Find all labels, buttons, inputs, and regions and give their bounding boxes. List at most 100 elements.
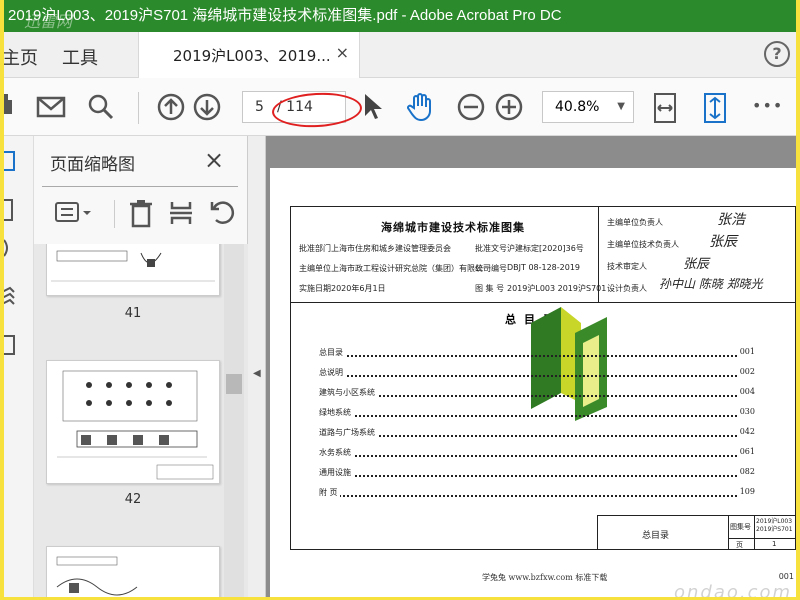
toc-page: 109 (739, 487, 755, 496)
panel-close-button[interactable]: × (204, 146, 224, 174)
header-value: 沪建标定[2020]36号 (507, 244, 584, 253)
thumbnail-list: 41 42 (34, 244, 248, 597)
title-block: 总目录 图集号 2019沪L003 2019沪S701 页 1 (597, 515, 796, 550)
thumbnail-page-42[interactable] (46, 360, 220, 484)
thumbnail-label-42: 42 (124, 492, 142, 507)
previous-page-icon[interactable] (156, 92, 186, 122)
header-label: 批准文号 (475, 244, 507, 253)
panel-divider-vertical (114, 200, 115, 228)
navigation-pane-strip (4, 136, 34, 597)
fit-page-icon[interactable] (652, 92, 678, 124)
attachment-icon[interactable] (4, 236, 20, 264)
header-label: 图 集 号 (475, 284, 505, 293)
header-value: 上海市住房和城乡建设管理委员会 (331, 244, 451, 253)
select-cursor-icon[interactable] (362, 92, 384, 122)
tab-document-label: 2019沪L003、2019... (173, 47, 331, 65)
tab-close-button[interactable]: × (336, 43, 349, 62)
watermark-overlay: 迅雷网 (24, 12, 73, 31)
search-icon[interactable] (86, 92, 116, 122)
header-left: 海绵城市建设技术标准图集 批准部门 上海市住房和城乡建设管理委员会 批准文号 沪… (291, 207, 606, 303)
page-thumbnails-icon[interactable] (4, 150, 20, 178)
chevron-down-icon: ▼ (617, 101, 625, 112)
signatory-label: 技术审定人 (607, 262, 647, 271)
extract-pages-icon[interactable] (168, 198, 194, 228)
zoom-in-icon[interactable] (494, 92, 524, 122)
main-toolbar: 5 / 114 40.8% ▼ ••• (4, 78, 796, 136)
panel-title: 页面缩略图 (50, 155, 135, 175)
mail-icon[interactable] (36, 92, 66, 122)
toc-row: 总目录 001 (319, 347, 755, 359)
thumbnail-drawing (51, 250, 215, 282)
thumbnail-options-icon[interactable] (54, 200, 94, 226)
tab-tools[interactable]: 工具 (62, 44, 98, 70)
thumbnail-scrollbar[interactable] (224, 244, 244, 597)
document-view[interactable]: 海绵城市建设技术标准图集 批准部门 上海市住房和城乡建设管理委员会 批准文号 沪… (266, 136, 796, 597)
toc-name: 总目录 (319, 347, 345, 358)
signature: 孙中山 陈晓 郑晓光 (659, 277, 763, 291)
hand-tool-icon[interactable] (406, 92, 436, 122)
titleblock-atlas-no: 2019沪L003 2019沪S701 (756, 518, 793, 533)
site-watermark: ondao.com (674, 582, 793, 597)
thumbnail-page-43[interactable] (46, 546, 220, 597)
current-page: 5 (255, 99, 264, 115)
titleblock-page: 1 (772, 540, 777, 548)
atlas-title: 海绵城市建设技术标准图集 (381, 221, 525, 234)
panel-divider (42, 186, 238, 187)
signature: 张浩 (717, 212, 745, 228)
toc-row: 附 页 109 (319, 487, 755, 499)
header-label: 统一编号 (475, 264, 507, 273)
delete-icon[interactable] (128, 198, 154, 228)
zoom-out-icon[interactable] (456, 92, 486, 122)
toc-row: 总说明 002 (319, 367, 755, 379)
rotate-icon[interactable] (208, 198, 236, 228)
scrollbar-thumb[interactable] (226, 374, 242, 394)
toc-name: 绿地系统 (319, 407, 353, 418)
header-value: 上海市政工程设计研究总院（集团）有限公司 (331, 264, 491, 273)
full-screen-icon[interactable] (702, 92, 728, 124)
tab-home[interactable]: 主页 (4, 44, 38, 70)
more-tools-button[interactable]: ••• (752, 96, 783, 115)
thumbnail-drawing (57, 370, 214, 480)
toc-name: 道路与广场系统 (319, 427, 377, 438)
layers-icon[interactable] (4, 286, 20, 314)
titleblock-label: 图集号 (730, 523, 751, 531)
bookmarks-icon[interactable] (4, 198, 20, 226)
titleblock-name: 总目录 (642, 531, 670, 541)
toc-row: 道路与广场系统 042 (319, 427, 755, 439)
signatory-label: 设计负责人 (607, 284, 647, 293)
drawing-frame: 海绵城市建设技术标准图集 批准部门 上海市住房和城乡建设管理委员会 批准文号 沪… (290, 206, 796, 550)
header-value: 2020年6月1日 (331, 284, 386, 293)
signatory-label: 主编单位负责人 (607, 218, 663, 227)
window-title: 2019沪L003、2019沪S701 海绵城市建设技术标准图集.pdf - A… (8, 7, 562, 24)
toc-page: 030 (739, 407, 755, 416)
toc-name: 总说明 (319, 367, 345, 378)
page-icon[interactable] (4, 332, 20, 360)
toc-page: 082 (739, 467, 755, 476)
chevron-left-icon: ◀ (253, 368, 261, 379)
signature: 张辰 (709, 234, 737, 250)
thumbnail-page-41[interactable] (46, 244, 220, 296)
tab-document[interactable]: 2019沪L003、2019... × (138, 32, 360, 78)
toolbar-divider (138, 92, 139, 124)
toc-row: 建筑与小区系统 004 (319, 387, 755, 399)
collapse-pane-button[interactable]: ◀ (248, 136, 266, 597)
titleblock-divider (728, 516, 729, 550)
header-value: 2019沪L003 2019沪S701 (507, 284, 607, 293)
help-button[interactable]: ? (764, 41, 790, 67)
zoom-value: 40.8% (555, 99, 600, 115)
thumbnail-panel: 页面缩略图 × 41 42 (34, 136, 248, 597)
toc-page: 061 (739, 447, 755, 456)
toc-row: 通用设施 082 (319, 467, 755, 479)
next-page-icon[interactable] (192, 92, 222, 122)
titleblock-divider (728, 538, 796, 539)
toc-page: 002 (739, 367, 755, 376)
print-icon[interactable] (4, 92, 16, 122)
pdf-page: 海绵城市建设技术标准图集 批准部门 上海市住房和城乡建设管理委员会 批准文号 沪… (270, 168, 796, 597)
header-label: 批准部门 (299, 244, 331, 253)
zoom-select[interactable]: 40.8% ▼ (542, 91, 634, 123)
thumbnail-drawing (56, 556, 138, 596)
header-label: 实施日期 (299, 284, 331, 293)
toc-page: 042 (739, 427, 755, 436)
toc-row: 绿地系统 030 (319, 407, 755, 419)
tab-bar: 主页 工具 2019沪L003、2019... × ? (4, 32, 796, 78)
